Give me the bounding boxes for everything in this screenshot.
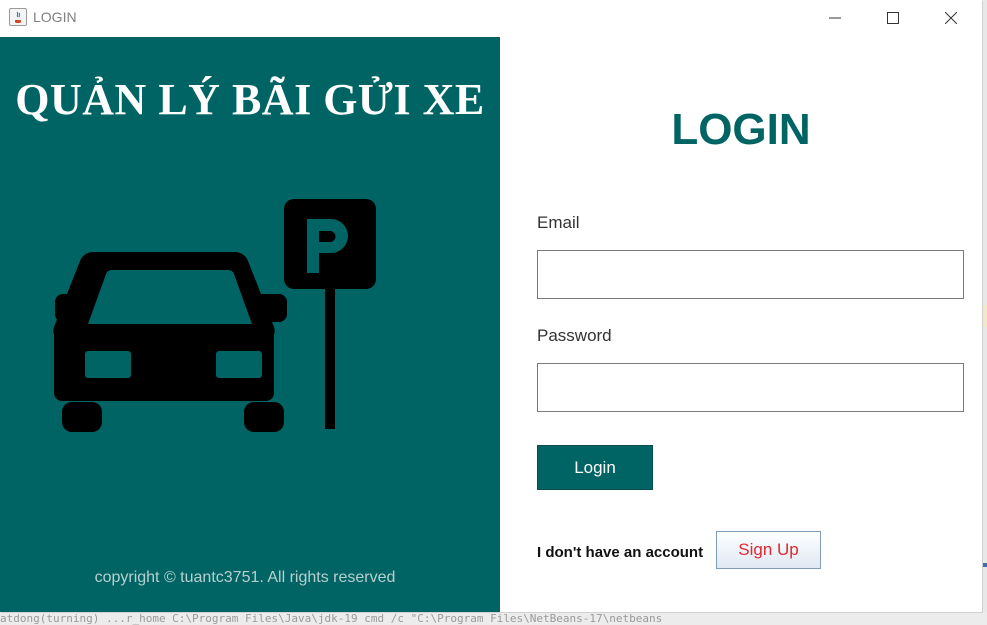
window-title: LOGIN	[33, 9, 77, 25]
login-button[interactable]: Login	[537, 445, 653, 490]
password-label: Password	[537, 326, 612, 345]
brand-panel: QUẢN LÝ BÃI GỬI XE copyright © tuantc375…	[0, 37, 500, 612]
copyright-text: copyright © tuantc3751. All rights reser…	[94, 569, 396, 586]
login-window: LOGIN QUẢN LÝ BÃI GỬI XE copyright © tua…	[0, 0, 982, 612]
title-bar[interactable]: LOGIN	[0, 0, 982, 37]
background-window-edge	[982, 0, 987, 612]
maximize-icon	[887, 12, 899, 24]
email-label: Email	[537, 213, 580, 232]
background-console-strip: atdong(turning) ...r_home C:\Program Fil…	[0, 612, 987, 625]
car-parking-icon	[53, 199, 376, 432]
login-heading: LOGIN	[671, 105, 811, 154]
maximize-button[interactable]	[864, 0, 922, 36]
minimize-button[interactable]	[806, 0, 864, 36]
password-field[interactable]	[537, 363, 964, 412]
background-highlight	[982, 305, 987, 327]
no-account-label: I don't have an account	[537, 544, 704, 561]
email-field[interactable]	[537, 250, 964, 299]
close-icon	[945, 12, 957, 24]
close-button[interactable]	[922, 0, 980, 36]
java-app-icon	[9, 8, 27, 26]
signup-button[interactable]: Sign Up	[716, 531, 821, 569]
background-accent	[982, 563, 987, 567]
minimize-icon	[829, 17, 841, 19]
brand-title: QUẢN LÝ BÃI GỬI XE	[15, 75, 485, 124]
